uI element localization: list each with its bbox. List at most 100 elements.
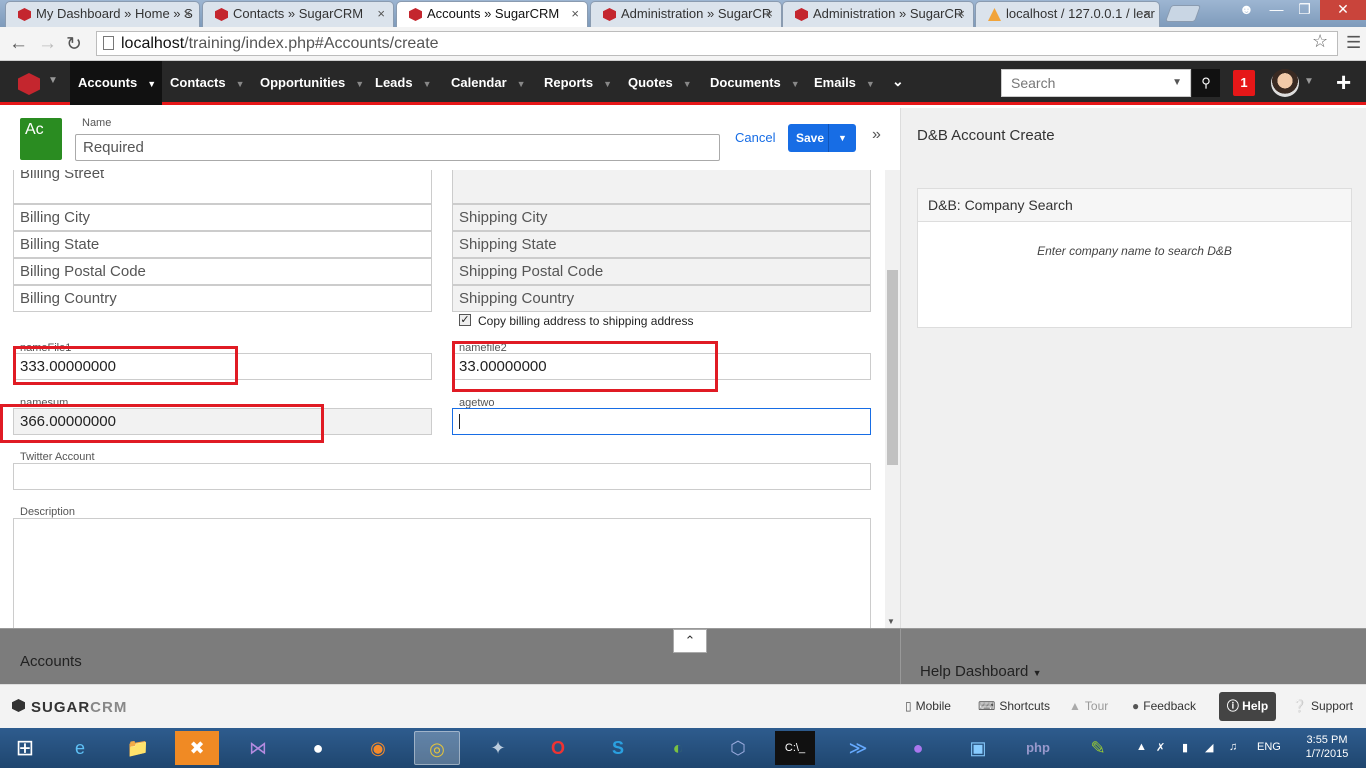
shortcuts-button[interactable]: ⌨ Shortcuts: [978, 699, 1050, 713]
nav-item-documents[interactable]: Documents ▼: [702, 61, 800, 105]
browser-tab-dashboard[interactable]: My Dashboard » Home » S ×: [5, 1, 200, 27]
firefox-icon[interactable]: ◉: [355, 731, 401, 765]
scroll-down-icon[interactable]: ▼: [887, 617, 895, 626]
minimize-icon[interactable]: —: [1262, 0, 1291, 20]
mask-app-icon[interactable]: ●: [295, 731, 341, 765]
notepad-plus-icon[interactable]: ✎: [1075, 731, 1121, 765]
opera-icon[interactable]: O: [535, 731, 581, 765]
browser-tab-contacts[interactable]: Contacts » SugarCRM ×: [202, 1, 394, 27]
close-window-icon[interactable]: ✕: [1320, 0, 1366, 20]
mobile-button[interactable]: ▯ Mobile: [905, 699, 951, 713]
network-warning-icon[interactable]: ✗: [1156, 741, 1165, 754]
reload-icon[interactable]: ↻: [66, 33, 82, 56]
form-scrollbar[interactable]: ▼: [885, 170, 900, 628]
support-button[interactable]: ❔ Support: [1292, 699, 1353, 713]
chevron-down-icon[interactable]: ▼: [48, 75, 58, 86]
forward-icon[interactable]: →: [38, 33, 57, 55]
billing-country-field[interactable]: Billing Country: [13, 285, 432, 312]
chevron-down-icon[interactable]: ▼: [1304, 76, 1314, 87]
image-viewer-icon[interactable]: ▣: [955, 731, 1001, 765]
signal-icon[interactable]: ◢: [1205, 741, 1213, 754]
more-modules-chevron-icon[interactable]: ⌄: [892, 73, 904, 90]
virtualbox-icon[interactable]: ⬡: [715, 731, 761, 765]
windows-start-icon[interactable]: ⊞: [2, 731, 48, 765]
back-icon[interactable]: ←: [9, 33, 28, 55]
sugarcrm-logo-icon[interactable]: [18, 73, 40, 95]
browser-tab-admin-2[interactable]: Administration » SugarCR ×: [782, 1, 974, 27]
command-prompt-icon[interactable]: C:\_: [775, 731, 815, 765]
name-input[interactable]: Required: [75, 134, 720, 161]
maximize-icon[interactable]: ❐: [1290, 0, 1319, 20]
nav-item-opportunities[interactable]: Opportunities ▼: [252, 61, 364, 105]
nav-item-accounts[interactable]: Accounts ▼: [70, 61, 162, 105]
billing-state-field[interactable]: Billing State: [13, 231, 432, 258]
billing-street-field[interactable]: Billing Street: [13, 166, 432, 204]
nav-item-quotes[interactable]: Quotes ▼: [620, 61, 692, 105]
avatar[interactable]: [1271, 69, 1299, 97]
billing-city-field[interactable]: Billing City: [13, 204, 432, 231]
sugarcrm-footer-logo[interactable]: SUGARCRM: [12, 699, 127, 716]
browser-tab-admin-1[interactable]: Administration » SugarCR ×: [590, 1, 782, 27]
bookmark-star-icon[interactable]: ☆: [1312, 31, 1328, 52]
internet-explorer-icon[interactable]: e: [57, 731, 103, 765]
clock[interactable]: 3:55 PM 1/7/2015: [1298, 733, 1356, 761]
browser-menu-icon[interactable]: ☰: [1346, 33, 1361, 53]
visual-studio-icon[interactable]: ⋈: [235, 731, 281, 765]
chevron-down-icon[interactable]: ▼: [236, 79, 245, 89]
file-explorer-icon[interactable]: 📁: [115, 731, 161, 765]
safari-icon[interactable]: ✦: [475, 731, 521, 765]
shipping-country-field[interactable]: Shipping Country: [452, 285, 871, 312]
chevron-down-icon[interactable]: ▼: [791, 79, 800, 89]
help-button[interactable]: ⓘ Help: [1219, 692, 1276, 721]
chevron-down-icon[interactable]: ▼: [828, 124, 856, 152]
tray-chevron-up-icon[interactable]: ▲: [1136, 741, 1147, 753]
battery-icon[interactable]: ▮: [1182, 741, 1188, 754]
powershell-icon[interactable]: ≫: [835, 731, 881, 765]
chevron-down-icon[interactable]: ▼: [683, 79, 692, 89]
nav-item-leads[interactable]: Leads ▼: [367, 61, 432, 105]
new-tab-button[interactable]: [1164, 5, 1202, 22]
nav-item-contacts[interactable]: Contacts ▼: [162, 61, 245, 105]
cancel-button[interactable]: Cancel: [735, 130, 775, 145]
close-tab-icon[interactable]: ×: [1143, 2, 1151, 26]
chevron-down-icon[interactable]: ▼: [866, 79, 875, 89]
shipping-state-field[interactable]: Shipping State: [452, 231, 871, 258]
toggle-sidebar-icon[interactable]: »: [872, 126, 881, 144]
user-profile-icon[interactable]: ☻: [1232, 0, 1261, 20]
nav-item-calendar[interactable]: Calendar ▼: [443, 61, 526, 105]
close-tab-icon[interactable]: ×: [183, 2, 191, 26]
chevron-down-icon[interactable]: ▼: [355, 79, 364, 89]
notification-badge[interactable]: 1: [1233, 70, 1255, 96]
skype-icon[interactable]: S: [595, 731, 641, 765]
collapse-drawer-chevron-up-icon[interactable]: ⌃: [673, 629, 707, 653]
xampp-icon[interactable]: ✖: [175, 731, 219, 765]
tour-button[interactable]: ▲ Tour: [1069, 699, 1108, 713]
github-icon[interactable]: ●: [895, 731, 941, 765]
chevron-down-icon[interactable]: ▼: [1172, 70, 1182, 96]
shipping-city-field[interactable]: Shipping City: [452, 204, 871, 231]
description-textarea[interactable]: [13, 518, 871, 628]
green-app-icon[interactable]: ◐: [655, 731, 701, 765]
twitter-account-field[interactable]: [13, 463, 871, 490]
browser-tab-accounts[interactable]: Accounts » SugarCRM ×: [396, 1, 588, 28]
quick-create-plus-icon[interactable]: +: [1336, 67, 1351, 97]
nav-item-reports[interactable]: Reports ▼: [536, 61, 612, 105]
chevron-down-icon[interactable]: ▼: [147, 79, 156, 89]
nav-item-emails[interactable]: Emails ▼: [806, 61, 875, 105]
browser-tab-phpmyadmin[interactable]: localhost / 127.0.0.1 / lear ×: [975, 1, 1160, 27]
billing-postal-code-field[interactable]: Billing Postal Code: [13, 258, 432, 285]
global-search-input[interactable]: Search ▼: [1001, 69, 1191, 97]
close-tab-icon[interactable]: ×: [571, 2, 579, 26]
feedback-button[interactable]: ● Feedback: [1132, 699, 1196, 713]
shipping-street-field[interactable]: [452, 166, 871, 204]
volume-muted-icon[interactable]: ♫: [1229, 741, 1237, 753]
search-icon[interactable]: ⚲: [1192, 69, 1220, 97]
shipping-postal-code-field[interactable]: Shipping Postal Code: [452, 258, 871, 285]
language-indicator[interactable]: ENG: [1257, 741, 1281, 753]
agetwo-field[interactable]: [452, 408, 871, 435]
help-dashboard-menu[interactable]: Help Dashboard ▼: [920, 663, 1042, 680]
chevron-down-icon[interactable]: ▼: [517, 79, 526, 89]
save-button[interactable]: Save ▼: [788, 124, 856, 152]
copy-address-checkbox[interactable]: ✓: [459, 314, 471, 326]
close-tab-icon[interactable]: ×: [765, 2, 773, 26]
